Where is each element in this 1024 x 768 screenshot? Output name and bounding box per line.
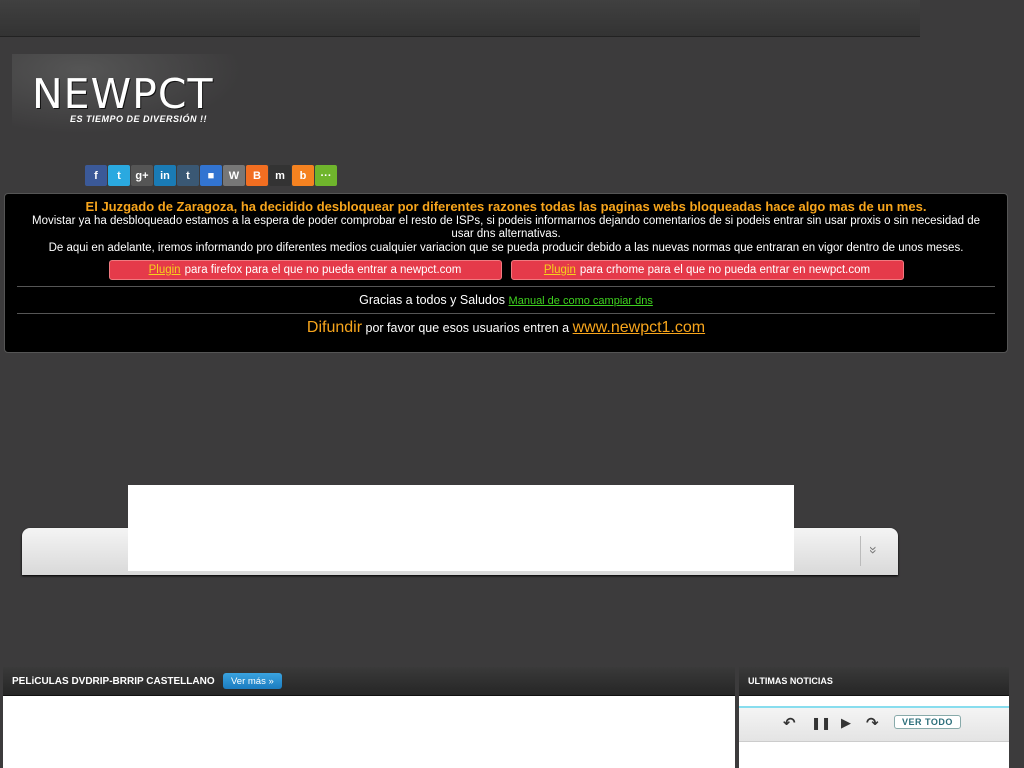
newpct1-link[interactable]: www.newpct1.com xyxy=(573,319,706,336)
plugin-firefox-text: para firefox para el que no pueda entrar… xyxy=(184,264,462,276)
news-panel: ↶ ❚❚ ▶ ↷ VER TODO xyxy=(739,696,1009,768)
notice-body-2: De aqui en adelante, iremos informando p… xyxy=(48,242,964,254)
notice-headline: El Juzgado de Zaragoza, ha decidido desb… xyxy=(85,199,927,214)
plugin-chrome-link[interactable]: Plugin xyxy=(544,264,576,276)
next-icon[interactable]: ↷ xyxy=(866,714,879,732)
twitter-icon[interactable]: t xyxy=(108,165,130,186)
share-more-icon[interactable]: ··· xyxy=(315,165,337,186)
dns-manual-link[interactable]: Manual de como campiar dns xyxy=(509,295,653,307)
google-plus-icon[interactable]: g+ xyxy=(131,165,153,186)
news-section-header: ULTIMAS NOTICIAS xyxy=(739,667,1009,696)
prev-icon[interactable]: ↶ xyxy=(783,714,796,732)
linkedin-icon[interactable]: in xyxy=(154,165,176,186)
myspace-icon[interactable]: m xyxy=(269,165,291,186)
site-logo[interactable]: NEWPCT ES TIEMPO DE DIVERSIÓN !! xyxy=(12,54,242,134)
tumblr-icon[interactable]: t xyxy=(177,165,199,186)
ver-todo-button[interactable]: VER TODO xyxy=(894,715,961,729)
movies-list xyxy=(3,696,735,768)
play-icon[interactable]: ▶ xyxy=(841,715,851,731)
spread-text: por favor que esos usuarios entren a xyxy=(365,321,570,335)
spread-word: Difundir xyxy=(306,319,363,336)
news-section-title: ULTIMAS NOTICIAS xyxy=(748,676,833,686)
notice-body-1: Movistar ya ha desbloqueado estamos a la… xyxy=(31,215,980,240)
news-controls: ↶ ❚❚ ▶ ↷ VER TODO xyxy=(739,708,1009,742)
facebook-icon[interactable]: f xyxy=(85,165,107,186)
plugin-firefox-link[interactable]: Plugin xyxy=(149,264,181,276)
social-share-bar: f t g+ in t ■ W Bm b ··· xyxy=(85,165,337,186)
notice-divider-1 xyxy=(17,286,995,287)
notice-thanks-line: Gracias a todos y Saludos Manual de como… xyxy=(5,293,1007,307)
movies-section-header: PELiCULAS DVDRIP-BRRIP CASTELLANO Ver má… xyxy=(3,667,735,696)
movies-section-title: PELiCULAS DVDRIP-BRRIP CASTELLANO xyxy=(12,676,215,687)
plugin-chrome-text: para crhome para el que no pueda entrar … xyxy=(579,264,871,276)
pause-icon[interactable]: ❚❚ xyxy=(811,716,831,730)
notice-divider-2 xyxy=(17,313,995,314)
plugin-firefox-button[interactable]: Plugin para firefox para el que no pueda… xyxy=(108,260,502,280)
top-bar xyxy=(0,0,920,37)
delicious-icon[interactable]: ■ xyxy=(200,165,222,186)
slider-divider xyxy=(860,536,861,566)
chevron-down-icon[interactable]: » xyxy=(866,546,882,554)
logo-tagline: ES TIEMPO DE DIVERSIÓN !! xyxy=(70,114,208,124)
thanks-text: Gracias a todos y Saludos xyxy=(359,293,506,307)
ver-mas-button[interactable]: Ver más » xyxy=(223,673,282,689)
notice-spread-line: Difundir por favor que esos usuarios ent… xyxy=(5,319,1007,337)
ad-banner[interactable] xyxy=(128,485,794,571)
blogger-icon[interactable]: B xyxy=(246,165,268,186)
notice-box: El Juzgado de Zaragoza, ha decidido desb… xyxy=(4,193,1008,353)
plugin-chrome-button[interactable]: Plugin para crhome para el que no pueda … xyxy=(510,260,904,280)
wordpress-icon[interactable]: W xyxy=(223,165,245,186)
bitacoras-icon[interactable]: b xyxy=(292,165,314,186)
logo-brand: NEWPCT xyxy=(32,70,214,118)
